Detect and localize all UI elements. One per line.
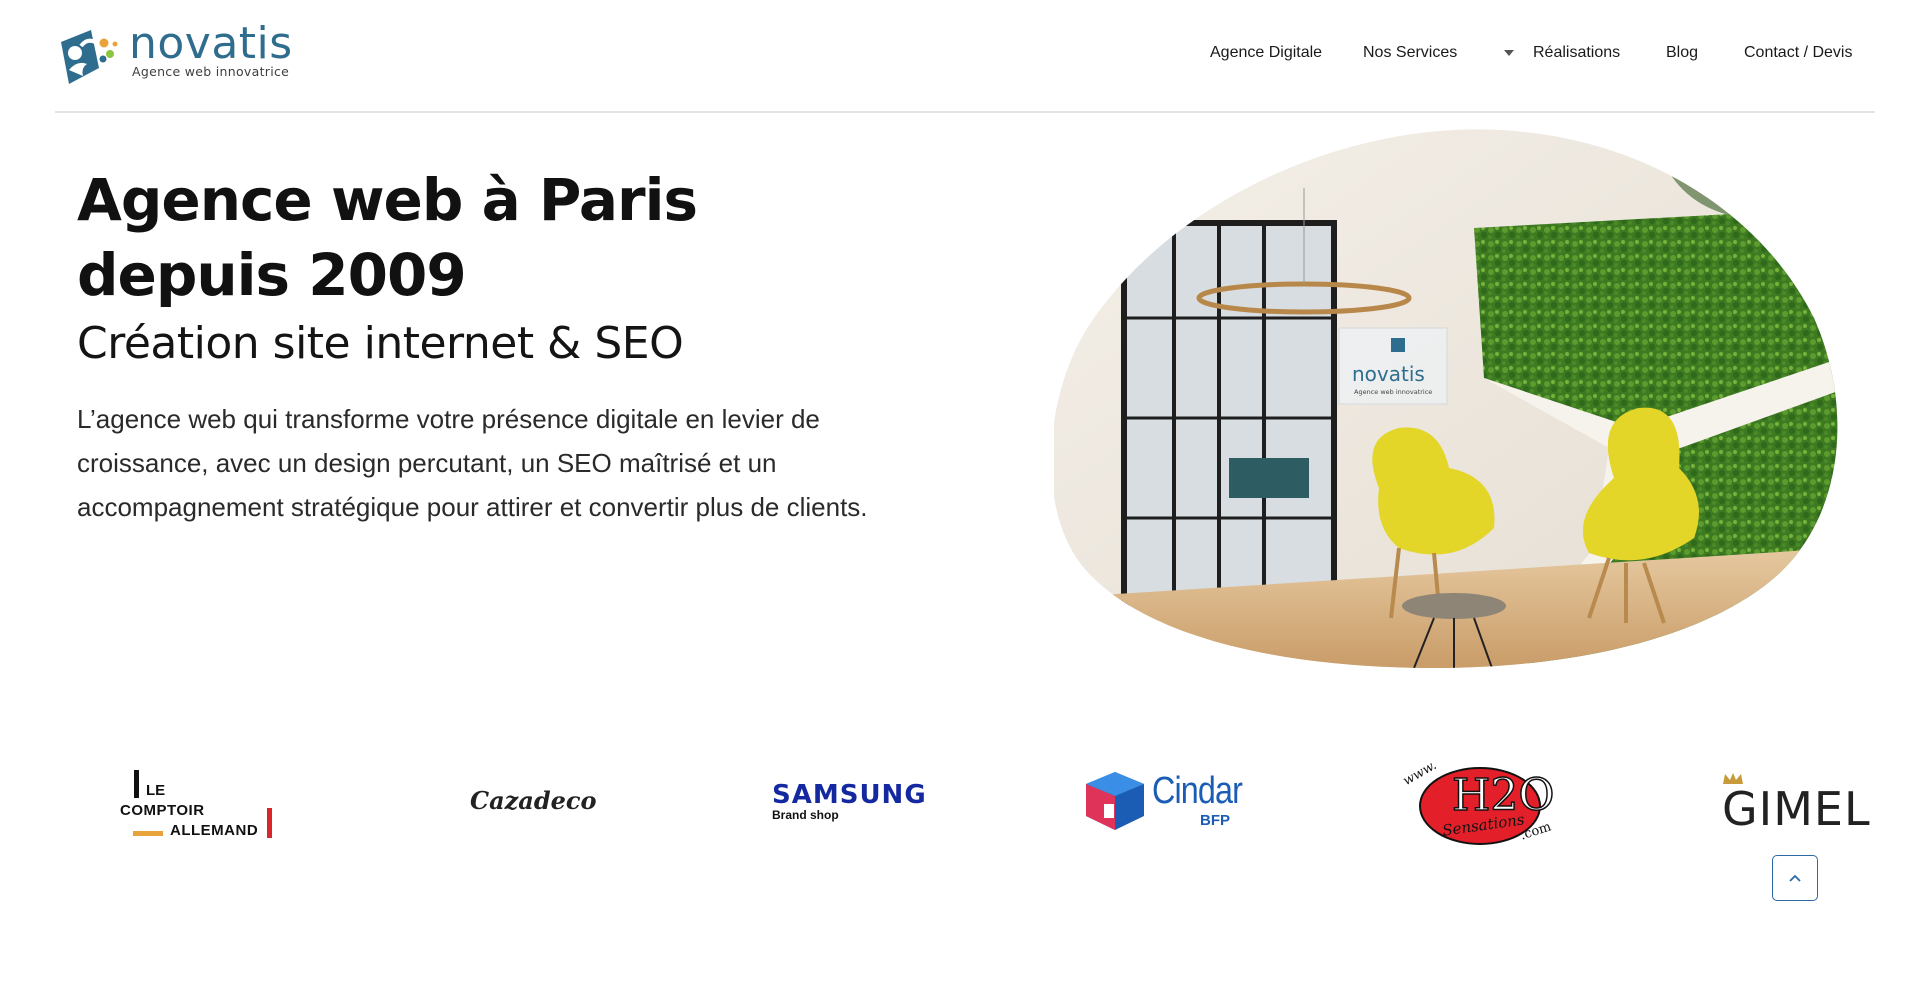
image-sign-text: novatis: [1352, 362, 1425, 386]
comptoir-line-1: LE: [146, 782, 166, 799]
cindar-subtitle: BFP: [1200, 812, 1230, 829]
samsung-subtitle: Brand shop: [772, 808, 839, 822]
logo-tagline: Agence web innovatrice: [132, 64, 290, 79]
cindar-cube-icon: [1086, 772, 1144, 830]
nav-item-realisations[interactable]: Réalisations: [1533, 44, 1620, 62]
logo-text: novatis Agence web innovatrice: [129, 18, 293, 80]
comptoir-line-3: ALLEMAND: [170, 822, 259, 839]
comptoir-line-2: COMPTOIR: [120, 802, 205, 819]
comptoir-bar-black: [134, 770, 139, 798]
chevron-up-icon: [1789, 874, 1801, 882]
scroll-to-top-button[interactable]: [1772, 855, 1818, 901]
nav-item-nos-services[interactable]: Nos Services: [1363, 44, 1457, 62]
site-header: novatis Agence web innovatrice Agence Di…: [0, 0, 1920, 112]
nos-services-dropdown-caret[interactable]: [1503, 44, 1515, 62]
header-divider: [55, 111, 1875, 113]
comptoir-bar-gold: [133, 831, 163, 836]
hero-subtitle: Création site internet & SEO: [77, 318, 684, 369]
caret-down-icon: [1504, 50, 1514, 56]
hero-image: novatis Agence web innovatrice: [1054, 128, 1841, 669]
logo-wordmark: novatis: [129, 18, 293, 69]
nav-item-contact-devis[interactable]: Contact / Devis: [1744, 44, 1852, 62]
samsung-wordmark: SAMSUNG: [772, 780, 927, 810]
cazadeco-wordmark: Cazadeco: [470, 786, 597, 815]
gimel-wordmark: GIMEL: [1722, 782, 1871, 836]
client-logo-le-comptoir-allemand: LE COMPTOIR ALLEMAND: [120, 768, 280, 840]
client-logo-samsung: SAMSUNG Brand shop: [772, 780, 927, 822]
crown-icon: [1723, 773, 1743, 784]
novatis-logo-mark-icon: [55, 26, 135, 86]
main-nav: Agence Digitale Nos Services Réalisation…: [920, 44, 1920, 68]
client-logo-cazadeco: Cazadeco: [470, 786, 597, 815]
hero-title: Agence web à Paris depuis 2009: [77, 166, 698, 309]
nav-item-blog[interactable]: Blog: [1666, 44, 1698, 62]
client-logo-gimel: GIMEL: [1722, 772, 1871, 836]
client-logo-h2o-sensations: www. H2O Sensations .com: [1401, 758, 1562, 848]
client-logo-cindar: Cindar BFP: [1082, 770, 1243, 835]
nav-item-agence-digitale[interactable]: Agence Digitale: [1210, 44, 1322, 62]
hero-description: L’agence web qui transforme votre présen…: [77, 404, 868, 522]
site-logo[interactable]: novatis Agence web innovatrice: [55, 20, 295, 86]
image-sign-tagline: Agence web innovatrice: [1354, 388, 1432, 396]
comptoir-bar-red: [267, 808, 272, 838]
cindar-wordmark: Cindar: [1152, 770, 1243, 812]
